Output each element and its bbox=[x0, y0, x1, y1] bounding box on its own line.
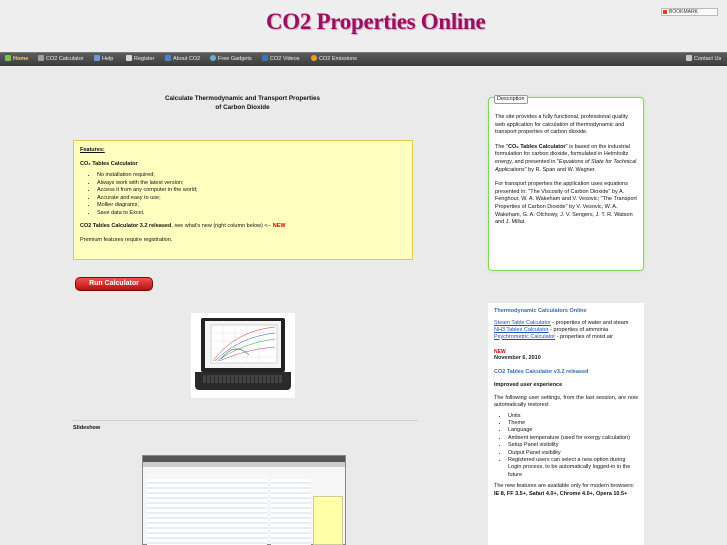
description-paragraph: The "CO₂ Tables Calculator" is based on … bbox=[495, 144, 637, 174]
news-date: November 6, 2010 bbox=[494, 355, 541, 361]
emissions-icon bbox=[311, 55, 317, 61]
text: The new features are available only for … bbox=[494, 483, 635, 490]
run-calculator-button[interactable]: Run Calculator bbox=[75, 277, 153, 291]
page-title-line2: of Carbon Dioxide bbox=[215, 104, 270, 111]
nav-item-label: Register bbox=[134, 56, 155, 62]
laptop-screen bbox=[201, 318, 285, 372]
features-list: No installation required; Always work wi… bbox=[97, 172, 406, 218]
nav-item-label: Free Gadgets bbox=[218, 56, 252, 62]
bookmark-icon bbox=[663, 10, 667, 14]
premium-note: Premium features require registration. bbox=[80, 236, 173, 243]
list-item: Registered users can select a new option… bbox=[508, 457, 638, 479]
calculator-link-row: NH3 Tables Calculator - properties of am… bbox=[494, 327, 638, 334]
nav-item-co2-emissions[interactable]: CO2 Emissions bbox=[311, 53, 357, 66]
link-description: - properties of ammonia bbox=[548, 326, 609, 333]
list-item: Setup Panel visibility bbox=[508, 442, 638, 449]
list-item: Mollier diagrams; bbox=[97, 202, 406, 210]
list-item: Units bbox=[508, 413, 638, 420]
page-title-line1: Calculate Thermodynamic and Transport Pr… bbox=[164, 95, 320, 102]
list-item: No installation required; bbox=[97, 172, 406, 180]
screenshot-table bbox=[147, 479, 267, 545]
slideshow-screenshot[interactable] bbox=[142, 455, 346, 545]
link-description: - properties of moist air bbox=[555, 333, 613, 340]
list-item: Accurate and easy to use; bbox=[97, 195, 406, 203]
list-item: Save data to Excel. bbox=[97, 210, 406, 218]
description-box: Description The site provides a fully fu… bbox=[488, 95, 644, 271]
list-item: Theme bbox=[508, 420, 638, 427]
screenshot-side-table bbox=[271, 479, 311, 545]
video-icon bbox=[262, 55, 268, 61]
list-item: Output Panel visibility bbox=[508, 450, 638, 457]
nav-item-label: CO2 Calculator bbox=[46, 56, 84, 62]
nav-item-label: Help bbox=[102, 56, 114, 62]
psychrometric-link[interactable]: Psychrometric Calculator bbox=[494, 334, 555, 340]
calculator-link-row: Psychrometric Calculator - properties of… bbox=[494, 334, 638, 341]
info-icon bbox=[165, 55, 171, 61]
nav-item-label: CO2 Videos bbox=[270, 56, 300, 62]
browser-list: IE 8, FF 3.5+, Safari 4.0+, Chrome 4.0+,… bbox=[494, 490, 628, 497]
release-note: CO2 Tables Calculator 3.2 released, see … bbox=[80, 223, 406, 229]
page-title: Calculate Thermodynamic and Transport Pr… bbox=[150, 94, 335, 112]
calculator-name: CO₂ Tables Calculator bbox=[507, 143, 566, 150]
nav-item-co2-videos[interactable]: CO2 Videos bbox=[262, 53, 300, 66]
features-subheading: CO₂ Tables Calculator bbox=[80, 161, 138, 167]
nav-item-contact-us[interactable]: Contact Us bbox=[686, 53, 721, 66]
calculator-icon bbox=[38, 55, 44, 61]
screenshot-notes-panel bbox=[313, 496, 343, 545]
description-label: Description bbox=[494, 95, 528, 104]
help-icon bbox=[94, 55, 100, 61]
nav-item-label: CO2 Emissions bbox=[319, 56, 357, 62]
news-intro: The following user settings, from the la… bbox=[494, 394, 638, 409]
text: The " bbox=[495, 143, 508, 150]
nav-item-co2-calculator[interactable]: CO2 Calculator bbox=[38, 53, 84, 66]
nav-item-register[interactable]: Register bbox=[126, 53, 154, 66]
nav-item-label: Home bbox=[13, 56, 29, 62]
release-text: , see what's new (right column below) <-… bbox=[171, 222, 272, 229]
release-title: CO2 Tables Calculator 3.2 released bbox=[80, 222, 172, 229]
main-navigation: Home CO2 Calculator Help Register About … bbox=[0, 52, 727, 66]
bookmark-button[interactable]: BOOKMARK bbox=[661, 8, 718, 16]
register-icon bbox=[126, 55, 132, 61]
list-item: Language bbox=[508, 427, 638, 434]
news-features-list: Units Theme Language Ambient temperature… bbox=[508, 413, 638, 480]
nav-item-label: Contact Us bbox=[694, 56, 722, 62]
nav-item-label: About CO2 bbox=[173, 56, 201, 62]
gadget-icon bbox=[210, 55, 216, 61]
keyboard-keys bbox=[203, 375, 283, 383]
features-heading: Features: bbox=[80, 147, 105, 153]
slideshow-label: Slideshow bbox=[73, 425, 101, 431]
description-paragraph: The site provides a fully functional, pr… bbox=[495, 114, 628, 136]
site-header: CO2 Properties Online BOOKMARK bbox=[0, 0, 727, 52]
news-panel: NEW November 6, 2010 CO2 Tables Calculat… bbox=[488, 345, 644, 545]
calculator-link-row: Steam Table Calculator - properties of w… bbox=[494, 320, 638, 327]
description-paragraph: For transport properties the application… bbox=[495, 181, 637, 226]
site-logo[interactable]: CO2 Properties Online bbox=[266, 9, 486, 35]
home-icon bbox=[5, 55, 11, 61]
laptop-keyboard bbox=[195, 372, 291, 390]
nav-item-about-co2[interactable]: About CO2 bbox=[165, 53, 200, 66]
text: " by R. Span and W. Wagner. bbox=[524, 166, 596, 173]
bookmark-label: BOOKMARK bbox=[669, 9, 698, 15]
link-description: - properties of water and steam bbox=[550, 320, 629, 326]
laptop-image[interactable] bbox=[191, 313, 295, 398]
list-item: Access it from any computer in the world… bbox=[97, 187, 406, 195]
nav-item-home[interactable]: Home bbox=[5, 53, 28, 66]
features-box: Features: CO₂ Tables Calculator No insta… bbox=[73, 140, 413, 260]
new-badge: NEW bbox=[272, 222, 286, 229]
mail-icon bbox=[686, 55, 692, 61]
screenshot-toolbar bbox=[143, 462, 345, 467]
list-item: Always work with the latest version; bbox=[97, 180, 406, 188]
nh3-tables-link[interactable]: NH3 Tables Calculator bbox=[494, 327, 549, 333]
nav-item-help[interactable]: Help bbox=[94, 53, 113, 66]
mollier-diagram-thumbnail bbox=[205, 321, 281, 368]
steam-table-link[interactable]: Steam Table Calculator bbox=[494, 320, 551, 326]
divider bbox=[73, 420, 418, 421]
nav-item-free-gadgets[interactable]: Free Gadgets bbox=[210, 53, 252, 66]
list-item: Ambient temperature (used for exergy cal… bbox=[508, 435, 638, 442]
news-browsers: The new features are available only for … bbox=[494, 483, 638, 498]
